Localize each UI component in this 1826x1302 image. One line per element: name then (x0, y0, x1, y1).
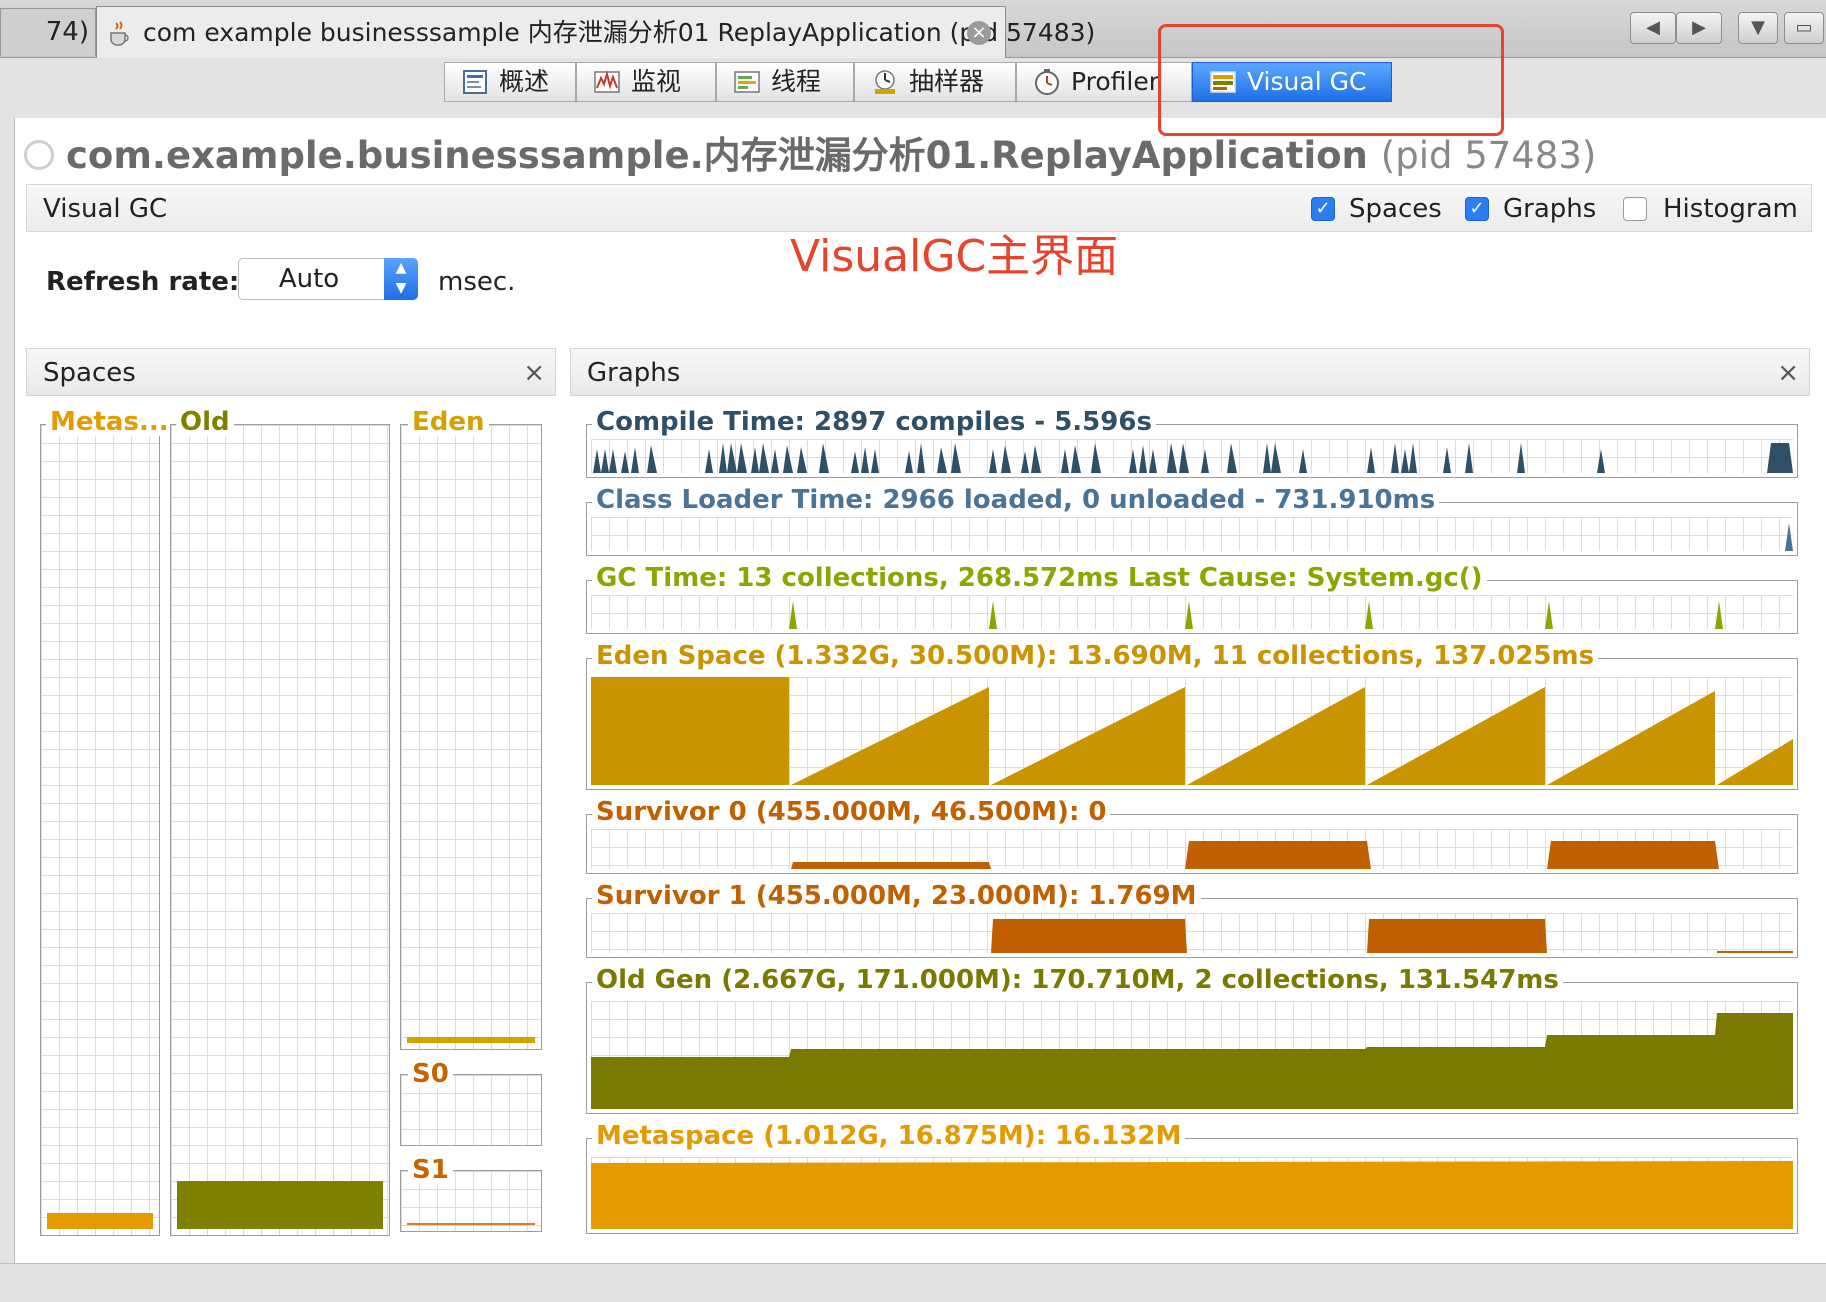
gc-time-label: GC Time: 13 collections, 268.572ms Last … (592, 564, 1487, 592)
tab-overview-label: 概述 (499, 67, 550, 96)
tab-monitor-label: 监视 (631, 67, 682, 96)
java-cup-icon (110, 21, 129, 46)
survivor-0-plot (591, 829, 1793, 869)
status-indicator-icon (24, 139, 54, 170)
close-tab-icon[interactable]: × (967, 21, 991, 45)
metaspace-plot (591, 1157, 1793, 1229)
tab-threads[interactable]: 线程 (716, 62, 854, 102)
select-stepper-icon[interactable]: ▲ ▼ (384, 258, 418, 300)
survivor-1-label: Survivor 1 (455.000M, 23.000M): 1.769M (592, 882, 1201, 910)
tab-profiler-label: Profiler (1071, 67, 1160, 96)
scroll-tabs-left-button[interactable]: ◀ (1630, 12, 1676, 44)
previous-tab-label: 74) (45, 17, 89, 47)
space-metaspace (40, 424, 160, 1236)
compile-time-plot (591, 439, 1793, 473)
tab-overview[interactable]: 概述 (444, 62, 576, 102)
survivor-1-areas (991, 919, 1793, 953)
close-spaces-panel-icon[interactable]: × (523, 349, 545, 397)
tab-sampler[interactable]: 抽样器 (854, 62, 1016, 102)
annotation-highlight-box (1158, 24, 1504, 136)
metaspace-label: Metaspace (1.012G, 16.875M): 16.132M (592, 1122, 1186, 1150)
compile-time-label: Compile Time: 2897 compiles - 5.596s (592, 408, 1156, 436)
space-old-label: Old (176, 408, 234, 436)
survivor-1-plot (591, 913, 1793, 953)
left-window-edge (0, 58, 14, 1263)
maximize-window-button[interactable]: ▭ (1784, 12, 1824, 44)
old-gen-plot (591, 1001, 1793, 1109)
graphs-panel-header: Graphs × (570, 348, 1810, 396)
metaspace-area (591, 1161, 1793, 1229)
threads-icon (734, 71, 760, 93)
survivor-0-label: Survivor 0 (455.000M, 46.500M): 0 (592, 798, 1111, 826)
refresh-rate-value: Auto (278, 264, 340, 294)
gc-time-plot (591, 595, 1793, 629)
space-eden-fill (407, 1037, 535, 1043)
histogram-checkbox[interactable] (1623, 197, 1647, 221)
graphs-checkbox-label: Graphs (1503, 194, 1597, 224)
document-tab-label: com example businesssample 内存泄漏分析01 Repl… (143, 18, 1096, 47)
close-graphs-panel-icon[interactable]: × (1777, 349, 1799, 397)
sampler-icon (875, 70, 895, 94)
space-eden-label: Eden (408, 408, 489, 436)
eden-space-area (591, 677, 1793, 785)
tab-list-dropdown-button[interactable]: ▼ (1738, 12, 1778, 44)
old-gen-label: Old Gen (2.667G, 171.000M): 170.710M, 2 … (592, 966, 1563, 994)
bottom-status-bar (0, 1263, 1826, 1302)
class-loader-time-spike (1785, 523, 1793, 551)
survivor-0-areas (791, 841, 1719, 869)
refresh-rate-select[interactable]: Auto ▲ ▼ (238, 258, 418, 300)
active-document-tab[interactable]: com example businesssample 内存泄漏分析01 Repl… (96, 6, 1095, 58)
old-gen-area (591, 1013, 1793, 1109)
space-metaspace-fill (47, 1213, 153, 1229)
graphs-panel-title: Graphs (587, 358, 681, 388)
tab-monitor[interactable]: 监视 (576, 62, 716, 102)
graphs-checkbox[interactable]: ✓ (1465, 197, 1489, 221)
space-old (170, 424, 390, 1236)
refresh-rate-unit: msec. (438, 267, 516, 297)
eden-space-label: Eden Space (1.332G, 30.500M): 13.690M, 1… (592, 642, 1599, 670)
spaces-panel-title: Spaces (43, 358, 136, 388)
eden-space-plot (591, 677, 1793, 785)
class-loader-time-label: Class Loader Time: 2966 loaded, 0 unload… (592, 486, 1440, 514)
tab-sampler-label: 抽样器 (909, 67, 985, 96)
space-s1-fill (407, 1223, 535, 1225)
visual-gc-title: Visual GC (43, 194, 168, 224)
tab-threads-label: 线程 (771, 67, 822, 96)
spaces-panel-header: Spaces × (26, 348, 556, 396)
spaces-checkbox[interactable]: ✓ (1311, 197, 1335, 221)
annotation-text: VisualGC主界面 (790, 231, 1119, 282)
class-loader-time-plot (591, 517, 1793, 551)
application-title-name: com.example.businesssample.内存泄漏分析01.Repl… (66, 134, 1368, 177)
gc-time-spikes (789, 601, 1723, 629)
space-eden (400, 424, 542, 1050)
monitor-icon (594, 70, 620, 93)
profiler-icon (1035, 69, 1059, 95)
previous-tab[interactable]: 74) (0, 8, 96, 56)
application-title: com.example.businesssample.内存泄漏分析01.Repl… (24, 128, 1596, 184)
scroll-tabs-right-button[interactable]: ▶ (1676, 12, 1722, 44)
histogram-checkbox-label: Histogram (1663, 194, 1798, 224)
space-s0-label: S0 (408, 1060, 453, 1088)
metaspace-graph (586, 1138, 1798, 1234)
old-gen-graph (586, 982, 1798, 1114)
overview-icon (463, 70, 487, 94)
spaces-checkbox-label: Spaces (1349, 194, 1442, 224)
space-metaspace-label: Metas... (46, 408, 173, 436)
application-title-pid: (pid 57483) (1380, 134, 1597, 177)
eden-space-graph (586, 658, 1798, 790)
space-old-fill (177, 1181, 383, 1229)
compile-time-spikes (593, 443, 1793, 473)
space-s1-label: S1 (408, 1156, 453, 1184)
refresh-rate-label: Refresh rate: (46, 267, 240, 297)
